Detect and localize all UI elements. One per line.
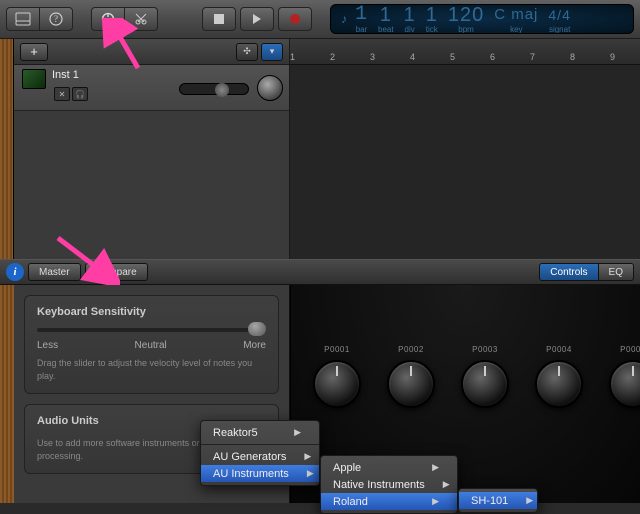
smartcontrols-group [91, 7, 158, 31]
lcd-key: C maj [494, 5, 538, 25]
menu-item-roland[interactable]: Roland▶ [321, 493, 457, 510]
manufacturer-menu[interactable]: Apple▶ Native Instruments▶ Roland▶ [320, 455, 458, 514]
eq-tab[interactable]: EQ [598, 263, 634, 281]
knob[interactable] [609, 360, 640, 408]
smartcontrols-button[interactable] [91, 7, 125, 31]
lcd-beat: 1 [380, 5, 392, 25]
play-icon [252, 14, 262, 24]
volume-slider[interactable] [179, 83, 249, 95]
note-icon: ♪ [341, 12, 347, 26]
scissors-icon [134, 12, 148, 26]
svg-text:?: ? [54, 14, 58, 24]
menu-item-au-instruments[interactable]: AU Instruments▶ [201, 465, 319, 482]
info-button[interactable]: i [6, 263, 24, 281]
quickhelp-button[interactable]: ? [39, 7, 73, 31]
inspector-bar: i Master Compare Controls EQ [0, 259, 640, 285]
ruler-mark: 2 [330, 52, 370, 62]
ruler-mark: 9 [610, 52, 640, 62]
ruler-mark: 8 [570, 52, 610, 62]
menu-separator [201, 444, 319, 445]
transport [202, 7, 312, 31]
ruler-mark: 3 [370, 52, 410, 62]
menu-item-sh101[interactable]: SH-101▶ [459, 492, 537, 509]
menu-item-ni[interactable]: Native Instruments▶ [321, 476, 457, 493]
ruler-mark: 7 [530, 52, 570, 62]
knob-label: P0004 [546, 345, 572, 354]
instrument-menu[interactable]: SH-101▶ [458, 488, 538, 513]
add-track-button[interactable]: + [20, 43, 48, 61]
knob-icon [101, 12, 115, 26]
wood-border [0, 285, 14, 503]
panel-title: Keyboard Sensitivity [37, 306, 266, 318]
track-name: Inst 1 [52, 69, 79, 81]
lcd-display[interactable]: ♪ 1bar 1beat 1div 1tick 120bpm C majkey … [330, 4, 634, 34]
library-button[interactable] [6, 7, 40, 31]
chevron-right-icon: ▶ [432, 496, 439, 507]
record-button[interactable] [278, 7, 312, 31]
pan-knob[interactable] [257, 75, 283, 101]
knob-label: P0001 [324, 345, 350, 354]
sens-less-label: Less [37, 340, 58, 351]
ruler-mark: 5 [450, 52, 490, 62]
knob-label: P0005 [620, 345, 640, 354]
view-group: ? [6, 7, 73, 31]
help-icon: ? [49, 12, 63, 26]
tracks-panel: + ✣ ▾ Inst 1 ✕ 🎧 [14, 39, 290, 259]
lcd-tick: 1 [426, 5, 438, 25]
track-row[interactable]: Inst 1 ✕ 🎧 [14, 65, 289, 111]
monitor-button[interactable]: 🎧 [72, 87, 88, 101]
menu-item-apple[interactable]: Apple▶ [321, 459, 457, 476]
plugin-menu[interactable]: Reaktor5▶ AU Generators▶ AU Instruments▶ [200, 420, 320, 486]
lcd-bpm: 120 [448, 5, 484, 25]
lcd-bar: 1 [355, 5, 368, 25]
ruler-mark: 4 [410, 52, 450, 62]
drawer-icon [15, 12, 31, 26]
chevron-right-icon: ▶ [443, 479, 450, 490]
record-icon [290, 14, 300, 24]
chevron-right-icon: ▶ [304, 451, 311, 462]
editor-button[interactable] [124, 7, 158, 31]
master-button[interactable]: Master [28, 263, 81, 281]
lcd-sig: 4/4 [548, 5, 570, 25]
controls-tab[interactable]: Controls [539, 263, 598, 281]
track-thumbnail [22, 69, 46, 89]
knob[interactable] [387, 360, 435, 408]
chevron-right-icon: ▶ [307, 468, 314, 479]
sensitivity-slider[interactable] [37, 328, 266, 332]
knob[interactable] [461, 360, 509, 408]
automation-button[interactable]: ✣ [236, 43, 258, 61]
chevron-right-icon: ▶ [432, 462, 439, 473]
catch-playhead-button[interactable]: ▾ [261, 43, 283, 61]
knob[interactable] [313, 360, 361, 408]
chevron-right-icon: ▶ [526, 495, 533, 506]
tracks-header: + ✣ ▾ [14, 39, 289, 65]
mute-button[interactable]: ✕ [54, 87, 70, 101]
stop-button[interactable] [202, 7, 236, 31]
tracks-empty [14, 111, 289, 259]
sens-more-label: More [243, 340, 266, 351]
chevron-right-icon: ▶ [294, 427, 301, 438]
automation-icon: ✣ [243, 46, 251, 57]
knob-label: P0003 [472, 345, 498, 354]
ruler-mark: 1 [290, 52, 330, 62]
lcd-div: 1 [404, 5, 416, 25]
stop-icon [214, 14, 224, 24]
sens-neutral-label: Neutral [135, 340, 167, 351]
ruler[interactable]: 1 2 3 4 5 6 7 8 9 [290, 39, 640, 65]
menu-item-reaktor[interactable]: Reaktor5▶ [201, 424, 319, 441]
keyboard-sensitivity-panel: Keyboard Sensitivity Less Neutral More D… [24, 295, 279, 394]
timeline[interactable]: 1 2 3 4 5 6 7 8 9 [290, 39, 640, 259]
compare-button[interactable]: Compare [85, 263, 148, 281]
tracks-area: + ✣ ▾ Inst 1 ✕ 🎧 1 2 3 4 5 6 7 8 [0, 39, 640, 259]
knob[interactable] [535, 360, 583, 408]
panel-hint: Drag the slider to adjust the velocity l… [37, 357, 266, 383]
knob-label: P0002 [398, 345, 424, 354]
top-toolbar: ? ♪ 1bar 1beat 1div 1tick 120bpm C majke… [0, 0, 640, 39]
filter-icon: ▾ [270, 46, 275, 57]
ruler-mark: 6 [490, 52, 530, 62]
play-button[interactable] [240, 7, 274, 31]
menu-item-au-generators[interactable]: AU Generators▶ [201, 448, 319, 465]
wood-border [0, 39, 14, 259]
timeline-body[interactable] [290, 65, 640, 259]
